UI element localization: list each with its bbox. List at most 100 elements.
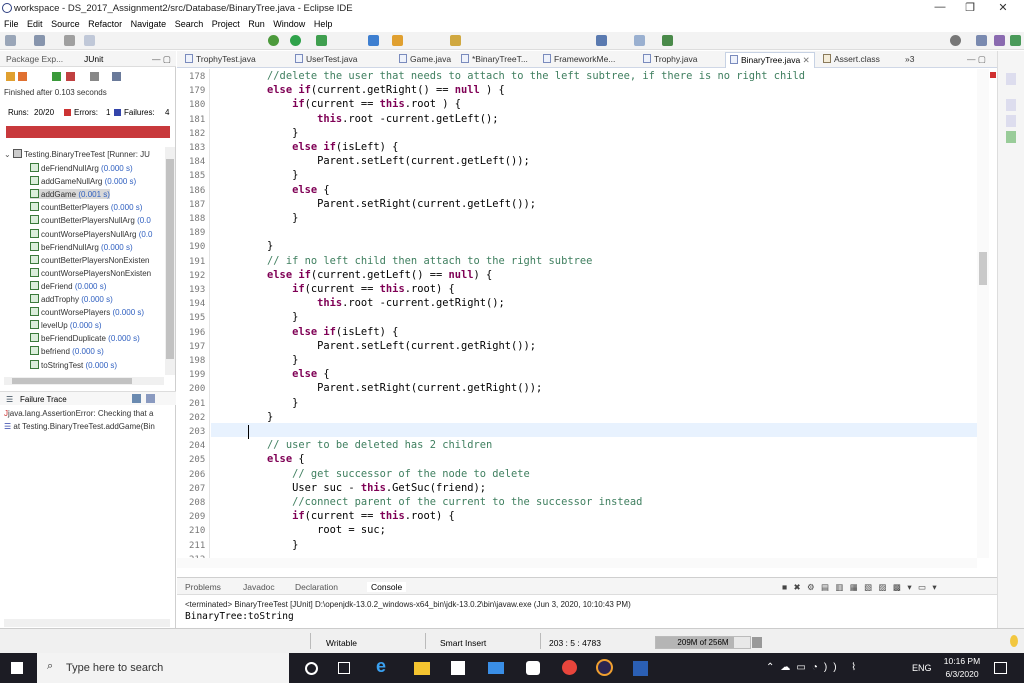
stop-icon[interactable] [90,72,99,81]
tab-binarytreetest[interactable]: *BinaryTreeT... [461,54,528,64]
language-indicator[interactable]: ENG [912,663,932,673]
heap-status[interactable]: 209M of 256M [655,636,751,649]
test-item[interactable]: deFriendNullArg (0.000 s) [30,163,133,173]
maximize-button[interactable]: ❐ [955,1,985,17]
java-perspective-icon[interactable] [994,35,1005,46]
test-item[interactable]: beFriendNullArg (0.000 s) [30,241,133,252]
compare-icon[interactable] [146,394,155,403]
menu-search[interactable]: Search [175,18,204,31]
new-java-class-icon[interactable] [368,35,379,46]
menu-file[interactable]: File [4,18,19,31]
tab-usertest[interactable]: UserTest.java [295,54,358,64]
tab-game[interactable]: Game.java [399,54,451,64]
clock-date[interactable]: 6/3/2020 [938,669,986,679]
test-suite-node[interactable]: ⌄ Testing.BinaryTreeTest [Runner: JU [4,149,150,159]
tab-assert-class[interactable]: Assert.class [823,54,880,64]
test-item[interactable]: befriend (0.000 s) [30,346,104,356]
menu-edit[interactable]: Edit [27,18,43,31]
tree-scrollbar[interactable] [165,147,175,375]
menu-navigate[interactable]: Navigate [131,18,167,31]
test-item[interactable]: addTrophy (0.000 s) [30,294,113,304]
tip-lightbulb-icon[interactable] [1010,635,1018,647]
search-icon[interactable] [450,35,461,46]
trace-hscrollbar[interactable] [4,619,170,627]
edge-icon[interactable]: e [376,656,392,676]
rerun-failed-icon[interactable] [66,72,75,81]
save-icon[interactable] [34,35,45,46]
overview-ruler[interactable] [989,69,997,558]
forward-icon[interactable] [634,35,645,46]
clock-time[interactable]: 10:16 PM [938,656,986,666]
tab-package-explorer[interactable]: Package Exp... [6,54,63,64]
prev-failure-icon[interactable] [18,72,27,81]
editor-minimize-icon[interactable]: — ▢ [967,54,986,65]
print-icon[interactable] [64,35,75,46]
test-item[interactable]: countBetterPlayersNullArg (0.0 [30,215,151,225]
debug-perspective-icon[interactable] [1010,35,1021,46]
test-item[interactable]: countWorsePlayersNonExisten [30,267,151,278]
run-icon[interactable] [290,35,301,46]
tab-frameworkme[interactable]: FrameworkMe... [543,54,615,64]
tab-trophytest[interactable]: TrophyTest.java [185,54,256,64]
task-view-icon[interactable] [338,662,350,674]
test-item[interactable]: deFriend (0.000 s) [30,280,106,291]
minimize-view-icon[interactable]: — ▢ [152,54,171,65]
taskbar-search-box[interactable]: ⌕ Type here to search [37,653,289,683]
tab-overflow[interactable]: »3 [905,54,914,64]
quick-access-search-icon[interactable] [950,35,961,46]
garbage-collect-icon[interactable] [752,637,762,648]
tab-binarytree[interactable]: BinaryTree.java ✕ [725,52,815,68]
console-toolbar[interactable]: ■ ✖ ⚙ ▤ ▥ ▦ ▧ ▨ ▩ ▾ ▭ ▾ [782,582,939,593]
minimize-button[interactable]: — [925,1,955,17]
rerun-icon[interactable] [52,72,61,81]
task-list-icon[interactable] [1006,99,1016,111]
code-editor[interactable]: 178 179 180 181 182 183 184 185 186 187 188 189 190 1… [177,69,997,558]
tab-trophy[interactable]: Trophy.java [643,54,697,64]
history-icon[interactable] [112,72,121,81]
close-button[interactable]: ✕ [988,1,1018,17]
test-item[interactable]: countBetterPlayersNonExisten [30,254,150,265]
test-item[interactable]: addGameNullArg (0.000 s) [30,176,136,186]
test-item[interactable]: countBetterPlayers (0.000 s) [30,202,142,212]
tab-console[interactable]: Console [367,582,407,592]
test-item[interactable]: toStringTest (0.000 s) [30,359,117,370]
back-icon[interactable] [596,35,607,46]
menu-project[interactable]: Project [212,18,240,31]
file-explorer-icon[interactable] [414,662,430,675]
tree-hscrollbar[interactable] [4,377,164,385]
test-item[interactable]: addGame (0.001 s) [30,189,110,200]
start-windows-icon[interactable] [11,662,23,674]
tab-declaration[interactable]: Declaration [295,582,338,592]
next-failure-icon[interactable] [6,72,15,81]
coverage-icon[interactable] [316,35,327,46]
editor-vscrollbar[interactable] [977,69,989,558]
test-item[interactable]: levelUp (0.000 s) [30,320,102,330]
test-item[interactable]: beFriendDuplicate (0.000 s) [30,333,140,343]
cortana-icon[interactable] [305,662,318,675]
outline-icon[interactable] [1006,73,1016,85]
menu-source[interactable]: Source [51,18,80,31]
open-type-icon[interactable] [392,35,403,46]
chrome-icon[interactable] [562,660,577,675]
word-icon[interactable] [633,661,648,676]
notification-icon[interactable] [994,662,1007,674]
junit-trim-icon[interactable] [1006,131,1016,143]
test-item[interactable]: countWorsePlayers (0.000 s) [30,307,144,317]
open-perspective-icon[interactable] [976,35,987,46]
menu-run[interactable]: Run [248,18,265,31]
perspective-icon[interactable] [662,35,673,46]
debug-icon[interactable] [268,35,279,46]
tab-junit[interactable]: JUnit [84,54,103,64]
menu-window[interactable]: Window [273,18,305,31]
trace-line-2[interactable]: ☰ at Testing.BinaryTreeTest.addGame(Bin [4,422,180,431]
menu-help[interactable]: Help [314,18,333,31]
editor-hscrollbar[interactable] [177,558,977,568]
eclipse-taskbar-icon[interactable] [596,659,613,676]
trace-line-1[interactable]: Jjava.lang.AssertionError: Checking that… [4,409,180,418]
tab-problems[interactable]: Problems [185,582,221,592]
filter-icon[interactable] [132,394,141,403]
en-language-app-icon[interactable] [526,661,540,675]
menu-refactor[interactable]: Refactor [88,18,122,31]
new-icon[interactable] [5,35,16,46]
tab-javadoc[interactable]: Javadoc [243,582,275,592]
